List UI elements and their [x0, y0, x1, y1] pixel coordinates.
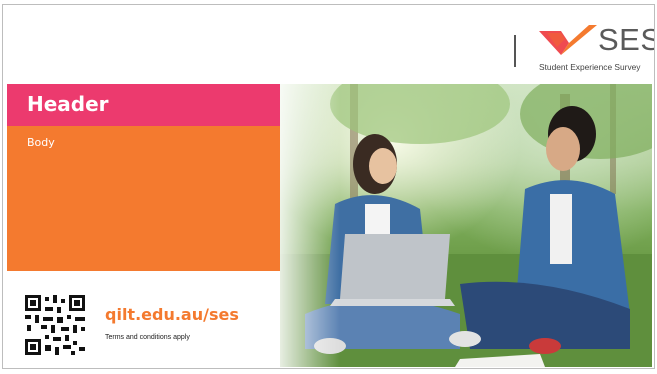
- logo-subtitle: Student Experience Survey: [539, 62, 641, 72]
- qr-code-icon: [25, 295, 85, 355]
- header-bar: Header: [7, 84, 280, 126]
- terms-text: Terms and conditions apply: [105, 334, 190, 341]
- logo-divider: [514, 35, 516, 67]
- photo-fade: [280, 84, 340, 367]
- body-text: Body: [27, 136, 55, 149]
- body-panel: Body: [7, 126, 280, 271]
- survey-url-link[interactable]: qilt.edu.au/ses: [105, 305, 239, 324]
- header-title: Header: [27, 92, 109, 116]
- poster-card: SES Student Experience Survey Header Bod…: [2, 4, 655, 369]
- ses-logo-mark-icon: [539, 25, 597, 55]
- logo-wordmark: SES: [598, 22, 654, 57]
